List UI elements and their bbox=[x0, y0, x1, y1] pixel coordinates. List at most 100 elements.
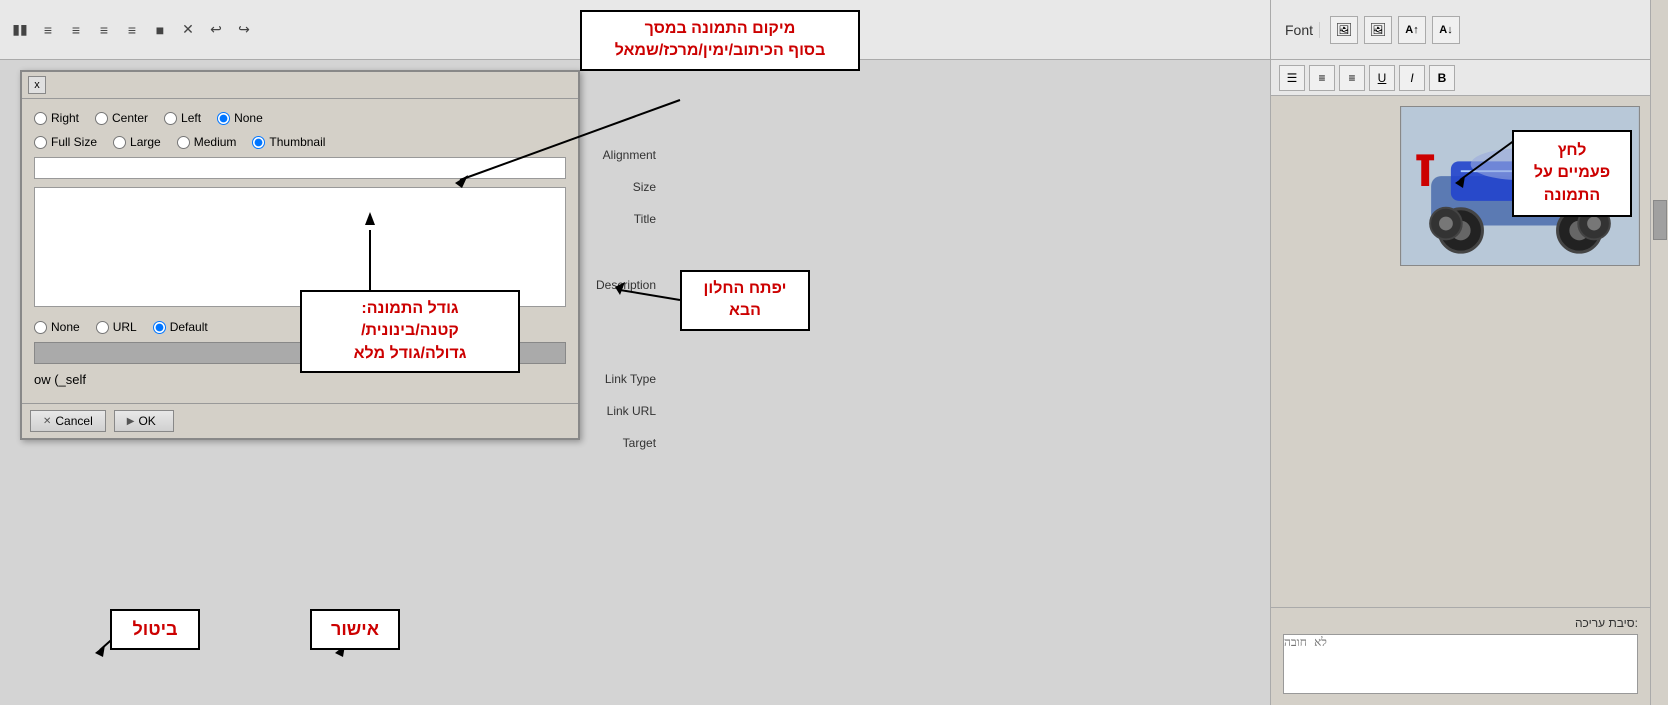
link-url-label: URL bbox=[113, 320, 137, 334]
link-none[interactable]: None bbox=[34, 320, 80, 334]
dialog-area: ▮▮ ≡ ≡ ≡ ≡ ■ ✕ ↩ ↪ x Right bbox=[0, 0, 1270, 705]
toolbar-icon-arrow2[interactable]: ↪ bbox=[232, 18, 256, 42]
field-labels-panel: Alignment Size Title Description Link Ty… bbox=[596, 148, 656, 450]
window-callout-line2: הבא bbox=[729, 302, 761, 319]
description-field-label: Description bbox=[596, 278, 656, 292]
toolbar-icon-5[interactable]: ≡ bbox=[120, 18, 144, 42]
size-medium[interactable]: Medium bbox=[177, 135, 237, 149]
link-none-label: None bbox=[51, 320, 80, 334]
size-large-label: Large bbox=[130, 135, 161, 149]
link-url[interactable]: URL bbox=[96, 320, 137, 334]
toolbar-icon-arrow1[interactable]: ↩ bbox=[204, 18, 228, 42]
font-size-up-btn[interactable]: A↑ bbox=[1398, 16, 1426, 44]
size-thumbnail[interactable]: Thumbnail bbox=[252, 135, 325, 149]
toolbar-icon-1[interactable]: ▮▮ bbox=[8, 18, 32, 42]
size-full-radio[interactable] bbox=[34, 136, 47, 149]
toolbar-icon-4[interactable]: ≡ bbox=[92, 18, 116, 42]
scroll-thumb[interactable] bbox=[1653, 200, 1667, 240]
alignment-right-radio[interactable] bbox=[34, 112, 47, 125]
font-image-btn-2[interactable]: 🖼 bbox=[1364, 16, 1392, 44]
size-medium-radio[interactable] bbox=[177, 136, 190, 149]
right-panel: Font 🖼 🖼 A↑ A↓ ☰ ≡ ≡ U I B bbox=[1270, 0, 1650, 705]
align-right-btn[interactable]: ≡ bbox=[1339, 65, 1365, 91]
reason-textarea[interactable] bbox=[1283, 634, 1638, 694]
size-thumbnail-label: Thumbnail bbox=[269, 135, 325, 149]
dialog-close-button[interactable]: x bbox=[28, 76, 46, 94]
underline-btn[interactable]: U bbox=[1369, 65, 1395, 91]
top-callout-box: מיקום התמונה במסך בסוף הכיתוב/ימין/מרכז/… bbox=[580, 10, 860, 71]
link-url-radio[interactable] bbox=[96, 321, 109, 334]
description-textarea[interactable] bbox=[34, 187, 566, 307]
dialog-footer: ✕ Cancel ▶ OK bbox=[22, 403, 578, 438]
cancel-button[interactable]: ✕ Cancel bbox=[30, 410, 106, 432]
target-field-label: Target bbox=[596, 436, 656, 450]
link-none-radio[interactable] bbox=[34, 321, 47, 334]
font-label: Font bbox=[1279, 22, 1320, 38]
dialog-titlebar: x bbox=[22, 72, 578, 99]
font-toolbar: Font 🖼 🖼 A↑ A↓ bbox=[1271, 0, 1650, 60]
toolbar-icon-3[interactable]: ≡ bbox=[64, 18, 88, 42]
right-callout-line3: התמונה bbox=[1544, 187, 1600, 204]
size-row: Full Size Large Medium Thumbnail bbox=[34, 135, 566, 149]
size-field-label: Size bbox=[596, 180, 656, 194]
alignment-left-radio[interactable] bbox=[164, 112, 177, 125]
bold-btn[interactable]: B bbox=[1429, 65, 1455, 91]
target-value-display: ow (_self bbox=[34, 372, 86, 387]
dialog-window: x Right Center Left bbox=[20, 70, 580, 440]
size-medium-label: Medium bbox=[194, 135, 237, 149]
link-type-field-label: Link Type bbox=[596, 372, 656, 386]
align-center-btn[interactable]: ≡ bbox=[1309, 65, 1335, 91]
alignment-center-label: Center bbox=[112, 111, 148, 125]
ok-button[interactable]: ▶ OK bbox=[114, 410, 174, 432]
right-callout-line1: לחץ bbox=[1558, 142, 1587, 159]
link-default-radio[interactable] bbox=[153, 321, 166, 334]
size-thumbnail-radio[interactable] bbox=[252, 136, 265, 149]
link-default[interactable]: Default bbox=[153, 320, 208, 334]
link-default-label: Default bbox=[170, 320, 208, 334]
bottom-panel: :סיבת עריכה bbox=[1271, 607, 1650, 705]
alignment-field-label: Alignment bbox=[596, 148, 656, 162]
font-size-down-btn[interactable]: A↓ bbox=[1432, 16, 1460, 44]
ok-callout-text: אישור bbox=[331, 619, 379, 639]
alignment-none-label: None bbox=[234, 111, 263, 125]
alignment-left-label: Left bbox=[181, 111, 201, 125]
link-url-field-label: Link URL bbox=[596, 404, 656, 418]
top-callout-line1: מיקום התמונה במסך bbox=[645, 20, 796, 37]
font-image-btn-1[interactable]: 🖼 bbox=[1330, 16, 1358, 44]
cancel-callout-box: ביטול bbox=[110, 609, 200, 650]
alignment-none[interactable]: None bbox=[217, 111, 263, 125]
alignment-none-radio[interactable] bbox=[217, 112, 230, 125]
alignment-right[interactable]: Right bbox=[34, 111, 79, 125]
title-input[interactable] bbox=[34, 157, 566, 179]
cancel-label: Cancel bbox=[55, 414, 92, 428]
size-large-radio[interactable] bbox=[113, 136, 126, 149]
ok-label: OK bbox=[138, 414, 155, 428]
align-left-btn[interactable]: ☰ bbox=[1279, 65, 1305, 91]
window-callout-line1: יפתח החלון bbox=[704, 280, 787, 297]
size-callout-box: גודל התמונה: קטנה/בינונית/ גדולה/גודל מל… bbox=[300, 290, 520, 373]
size-fullsize[interactable]: Full Size bbox=[34, 135, 97, 149]
cancel-callout-text: ביטול bbox=[132, 619, 177, 639]
size-full-label: Full Size bbox=[51, 135, 97, 149]
alignment-center[interactable]: Center bbox=[95, 111, 148, 125]
alignment-center-radio[interactable] bbox=[95, 112, 108, 125]
alignment-row: Right Center Left None bbox=[34, 111, 566, 125]
size-large[interactable]: Large bbox=[113, 135, 161, 149]
toolbar-icon-2[interactable]: ≡ bbox=[36, 18, 60, 42]
alignment-left[interactable]: Left bbox=[164, 111, 201, 125]
target-row: ow (_self bbox=[34, 372, 566, 387]
main-container: ▮▮ ≡ ≡ ≡ ≡ ■ ✕ ↩ ↪ x Right bbox=[0, 0, 1668, 705]
italic-btn[interactable]: I bbox=[1399, 65, 1425, 91]
ok-icon: ▶ bbox=[127, 416, 135, 427]
toolbar-icon-6[interactable]: ■ bbox=[148, 18, 172, 42]
toolbar-icon-x[interactable]: ✕ bbox=[176, 18, 200, 42]
format-toolbar: ☰ ≡ ≡ U I B bbox=[1271, 60, 1650, 96]
size-callout-line2: קטנה/בינונית/ bbox=[361, 322, 459, 339]
right-callout-line2: פעמיים על bbox=[1534, 164, 1610, 181]
cancel-icon: ✕ bbox=[43, 416, 51, 427]
title-field-label: Title bbox=[596, 212, 656, 226]
window-callout-box: יפתח החלון הבא bbox=[680, 270, 810, 331]
scrollbar bbox=[1650, 0, 1668, 705]
alignment-right-label: Right bbox=[51, 111, 79, 125]
bottom-label: :סיבת עריכה bbox=[1283, 616, 1638, 630]
